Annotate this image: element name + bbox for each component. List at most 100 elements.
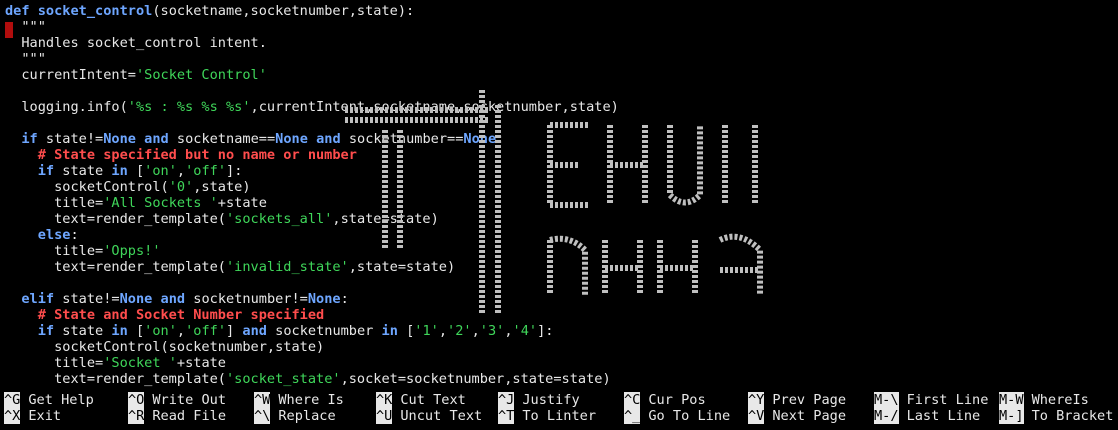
shortcut-item[interactable]: ^K Cut Text — [376, 392, 466, 408]
code-token: '3' — [479, 323, 505, 339]
shortcut-item[interactable]: ^G Get Help — [4, 392, 94, 408]
code-token: None — [275, 131, 308, 147]
code-token: and — [316, 131, 341, 147]
code-token: # State specified but no name or number — [5, 147, 357, 163]
shortcut-key: ^J — [498, 392, 515, 408]
shortcut-label: Replace — [278, 408, 336, 424]
code-line: def socket_control(socketname,socketnumb… — [5, 3, 414, 19]
code-token: 'on' — [144, 163, 177, 179]
shortcut-item[interactable]: M-/ Last Line — [874, 408, 980, 424]
code-token: socketControl( — [5, 179, 169, 195]
ascii-art-logo-icon — [345, 90, 763, 315]
shortcut-key: ^T — [498, 408, 515, 424]
shortcut-key: ^\ — [254, 408, 271, 424]
shortcut-item[interactable]: M-\ First Line — [874, 392, 988, 408]
code-line: # State specified but no name or number — [5, 147, 357, 163]
code-token: # State and Socket Number specified — [5, 307, 325, 323]
shortcut-label: Read File — [152, 408, 227, 424]
code-line: socketControl(socketnumber,state) — [5, 339, 324, 355]
code-token: [ — [397, 323, 415, 339]
shortcut-item[interactable]: ^C Cur Pos — [624, 392, 706, 408]
code-line: socketControl('0',state) — [5, 179, 251, 195]
code-token: state!= — [37, 131, 104, 147]
code-line: text=render_template('socket_state',sock… — [5, 371, 611, 387]
code-token: 'sockets_all' — [225, 211, 333, 227]
code-token: (socketname,socketnumber,state): — [152, 3, 415, 19]
code-token: 'on' — [144, 323, 177, 339]
shortcut-label: Next Page — [772, 408, 847, 424]
code-token: text=render_template( — [5, 211, 226, 227]
code-token: 'invalid_state' — [225, 259, 349, 275]
code-token: 'off' — [185, 163, 227, 179]
code-token: ]: — [226, 163, 243, 179]
shortcut-key: M-] — [999, 408, 1024, 424]
code-token: in — [111, 163, 128, 179]
code-token: None — [119, 291, 153, 307]
code-token: ] — [226, 323, 243, 339]
shortcut-item[interactable]: ^W Where Is — [254, 392, 344, 408]
code-token: [ — [127, 323, 145, 339]
code-token: Handles socket_control intent. — [5, 35, 267, 51]
shortcut-key: M-\ — [874, 392, 899, 408]
code-token: '4' — [512, 323, 538, 339]
code-token: 'Opps!' — [103, 243, 161, 259]
shortcut-label: Go To Line — [648, 408, 731, 424]
code-token: '2' — [447, 323, 472, 339]
shortcut-item[interactable]: M-W WhereIs — [999, 392, 1089, 408]
shortcut-key: ^Y — [748, 392, 765, 408]
shortcut-item[interactable]: ^T To Linter — [498, 408, 596, 424]
code-token: ,state) — [193, 179, 251, 195]
code-token: , — [471, 323, 480, 339]
code-line: if state in ['on','off']: — [5, 163, 243, 179]
code-token: '%s : %s %s %s' — [127, 99, 251, 115]
shortcut-item[interactable]: ^R Read File — [128, 408, 226, 424]
code-token: ]: — [537, 323, 554, 339]
shortcut-item[interactable]: ^J Justify — [498, 392, 580, 408]
shortcut-item[interactable]: ^\ Replace — [254, 408, 336, 424]
code-token: None — [307, 291, 341, 307]
shortcut-item[interactable]: ^Y Prev Page — [748, 392, 846, 408]
code-token: title= — [5, 195, 104, 211]
shortcut-item[interactable]: ^V Next Page — [748, 408, 846, 424]
shortcut-key: ^K — [376, 392, 393, 408]
shortcut-item[interactable]: M-] To Bracket — [999, 408, 1113, 424]
shortcut-label: Write Out — [152, 392, 227, 408]
shortcut-label: To Bracket — [1031, 408, 1114, 424]
code-line: title='All Sockets '+state — [5, 195, 267, 211]
code-line: """ — [5, 19, 46, 35]
code-token: if — [37, 323, 55, 339]
code-token: 'off' — [185, 323, 227, 339]
code-token: socketnumber!= — [185, 291, 308, 307]
code-token: def — [5, 3, 38, 19]
shortcut-item[interactable]: ^O Write Out — [128, 392, 226, 408]
shortcut-item[interactable]: ^_ Go To Line — [624, 408, 730, 424]
shortcut-key: ^C — [624, 392, 641, 408]
code-token: ,socket=socketnumber,state=state) — [340, 371, 611, 387]
shortcut-label: To Linter — [522, 408, 597, 424]
shortcut-label: Get Help — [28, 392, 94, 408]
shortcut-key: ^X — [4, 408, 21, 424]
code-token: None — [103, 131, 136, 147]
shortcut-key: ^W — [254, 392, 271, 408]
code-token: if — [37, 163, 55, 179]
code-token: and — [242, 323, 267, 339]
code-line: currentIntent='Socket Control' — [5, 67, 267, 83]
shortcut-item[interactable]: ^U Uncut Text — [376, 408, 482, 424]
shortcut-key: M-/ — [874, 408, 899, 424]
code-token: """ — [5, 19, 46, 35]
code-token: 'Socket Control' — [135, 67, 267, 83]
code-line: else: — [5, 227, 79, 243]
shortcut-label: First Line — [906, 392, 989, 408]
code-token: text=render_template( — [5, 371, 226, 387]
code-token: +state — [217, 195, 267, 211]
shortcut-key: ^G — [4, 392, 21, 408]
shortcut-item[interactable]: ^X Exit — [4, 408, 61, 424]
code-token: state — [54, 163, 112, 179]
code-line: if state in ['on','off'] and socketnumbe… — [5, 323, 554, 339]
